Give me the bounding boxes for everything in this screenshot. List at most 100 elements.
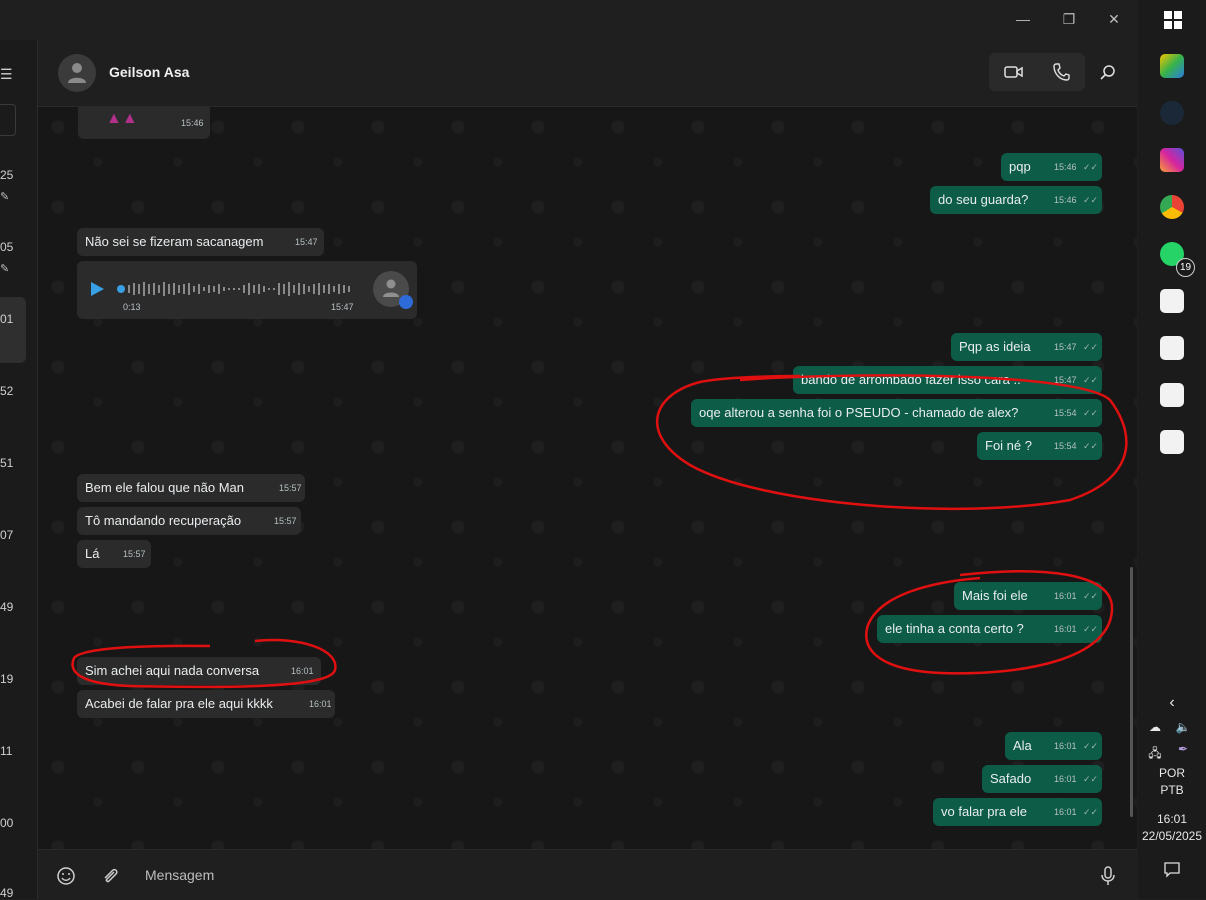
network-icon[interactable]: 🖧 (1140, 744, 1170, 765)
read-ticks-icon: ✓✓ (1083, 162, 1099, 172)
message-time: 16:01 (1054, 807, 1077, 817)
language-indicator[interactable]: POR (1138, 766, 1206, 780)
voice-call-button[interactable] (1050, 61, 1072, 83)
message-time: 16:01 (1054, 774, 1077, 784)
chrome-icon[interactable] (1160, 195, 1184, 219)
app-icon[interactable] (1160, 430, 1184, 454)
message-composer: Mensagem (38, 849, 1137, 900)
read-ticks-icon: ✓✓ (1083, 807, 1099, 817)
phone-icon (1053, 63, 1070, 81)
search-button[interactable] (1099, 64, 1117, 82)
message-time: 15:47 (331, 302, 354, 312)
chat-time: 07 (0, 528, 14, 542)
video-camera-icon (1004, 66, 1023, 78)
video-call-button[interactable] (1003, 61, 1025, 83)
message-time: 15:47 (295, 237, 318, 247)
message-incoming[interactable]: Bem ele falou que não Man 15:57 (77, 474, 305, 502)
read-ticks-icon: ✓✓ (1083, 624, 1099, 634)
message-text: bando de arrombado fazer isso cara .. (801, 372, 1021, 387)
clock-time[interactable]: 16:01 (1138, 812, 1206, 826)
attach-icon[interactable] (100, 866, 120, 886)
message-time: 15:46 (1054, 162, 1077, 172)
voice-message[interactable]: 0:13 15:47 (77, 261, 417, 319)
instagram-icon[interactable] (1160, 148, 1184, 172)
read-ticks-icon: ✓✓ (1083, 741, 1099, 751)
message-time: 15:57 (279, 483, 302, 493)
call-buttons (989, 53, 1085, 91)
feather-icon[interactable]: ✒ (1168, 742, 1198, 756)
app-icon[interactable] (1160, 289, 1184, 313)
message-text: vo falar pra ele (941, 804, 1027, 819)
close-button[interactable]: ✕ (1101, 8, 1127, 30)
message-outgoing[interactable]: ele tinha a conta certo ? 16:01 ✓✓ (877, 615, 1102, 643)
steam-icon[interactable] (1160, 101, 1184, 125)
message-outgoing[interactable]: Pqp as ideia 15:47 ✓✓ (951, 333, 1102, 361)
person-icon (68, 63, 86, 83)
message-text: do seu guarda? (938, 192, 1029, 207)
message-text: Não sei se fizeram sacanagem (85, 234, 264, 249)
bluestacks-icon[interactable] (1160, 54, 1184, 78)
clock-date[interactable]: 22/05/2025 (1138, 829, 1206, 843)
windows-start-icon[interactable] (1164, 11, 1182, 29)
message-incoming[interactable]: Tô mandando recuperação 15:57 (77, 507, 301, 535)
message-input[interactable]: Mensagem (145, 867, 214, 883)
contact-name[interactable]: Geilson Asa (109, 64, 189, 80)
chat-time: 25 (0, 168, 14, 182)
message-text: oqe alterou a senha foi o PSEUDO - chama… (699, 405, 1019, 420)
message-outgoing[interactable]: Ala 16:01 ✓✓ (1005, 732, 1102, 760)
message-outgoing[interactable]: vo falar pra ele 16:01 ✓✓ (933, 798, 1102, 826)
sticker-image: ▲▲ (106, 110, 138, 127)
chat-header: Geilson Asa (38, 40, 1137, 107)
cloud-icon[interactable]: ☁ (1140, 720, 1170, 734)
sticker-message[interactable]: ▲▲ 15:46 (78, 107, 210, 139)
message-text: Lá (85, 546, 100, 561)
message-text: Sim achei aqui nada conversa (85, 663, 260, 678)
message-text: Ala (1013, 738, 1032, 753)
filter-icon[interactable]: ☰ (0, 66, 13, 83)
message-text: Pqp as ideia (959, 339, 1031, 354)
speaker-icon[interactable]: 🔈 (1168, 720, 1198, 734)
message-time: 15:47 (1054, 342, 1077, 352)
avatar[interactable] (58, 54, 96, 92)
notification-icon[interactable] (1164, 862, 1180, 878)
message-outgoing[interactable]: Foi né ? 15:54 ✓✓ (977, 432, 1102, 460)
message-incoming[interactable]: Não sei se fizeram sacanagem 15:47 (77, 228, 324, 256)
message-time: 15:57 (123, 549, 146, 559)
message-time: 15:54 (1054, 441, 1077, 451)
message-text: Acabei de falar pra ele aqui kkkk (85, 696, 273, 711)
chat-time: 00 (0, 816, 14, 830)
restore-button[interactable]: ❐ (1056, 8, 1082, 30)
minimize-button[interactable]: — (1010, 8, 1036, 30)
read-ticks-icon: ✓✓ (1083, 195, 1099, 205)
message-time: 15:47 (1054, 375, 1077, 385)
message-outgoing[interactable]: Safado 16:01 ✓✓ (982, 765, 1102, 793)
message-outgoing[interactable]: pqp 15:46 ✓✓ (1001, 153, 1102, 181)
message-outgoing[interactable]: Mais foi ele 16:01 ✓✓ (954, 582, 1102, 610)
read-ticks-icon: ✓✓ (1083, 375, 1099, 385)
microphone-icon[interactable] (1100, 865, 1116, 887)
title-bar: — ❐ ✕ (0, 0, 1138, 40)
message-incoming[interactable]: Lá 15:57 (77, 540, 151, 568)
message-text: Tô mandando recuperação (85, 513, 242, 528)
message-incoming[interactable]: Acabei de falar pra ele aqui kkkk 16:01 (77, 690, 335, 718)
keyboard-layout[interactable]: PTB (1138, 783, 1206, 797)
emoji-icon[interactable] (56, 866, 76, 886)
search-box[interactable] (0, 104, 16, 136)
chat-scrollbar[interactable] (1130, 567, 1133, 817)
app-icon[interactable] (1160, 336, 1184, 360)
chevron-left-icon[interactable]: ‹ (1138, 694, 1206, 712)
message-area[interactable]: ▲▲ 15:46 pqp 15:46 ✓✓ do seu guarda? 15:… (38, 107, 1137, 849)
selected-chat-highlight (0, 297, 26, 363)
chat-time: 51 (0, 456, 14, 470)
message-outgoing[interactable]: do seu guarda? 15:46 ✓✓ (930, 186, 1102, 214)
message-outgoing[interactable]: oqe alterou a senha foi o PSEUDO - chama… (691, 399, 1102, 427)
app-icon[interactable] (1160, 383, 1184, 407)
audio-waveform[interactable] (117, 279, 357, 299)
play-icon[interactable] (89, 281, 105, 297)
chat-time: 49 (0, 600, 14, 614)
chat-time: 19 (0, 672, 14, 686)
message-time: 16:01 (1054, 591, 1077, 601)
message-time: 16:01 (1054, 624, 1077, 634)
message-outgoing[interactable]: bando de arrombado fazer isso cara .. 15… (793, 366, 1102, 394)
message-incoming[interactable]: Sim achei aqui nada conversa 16:01 (77, 657, 321, 685)
